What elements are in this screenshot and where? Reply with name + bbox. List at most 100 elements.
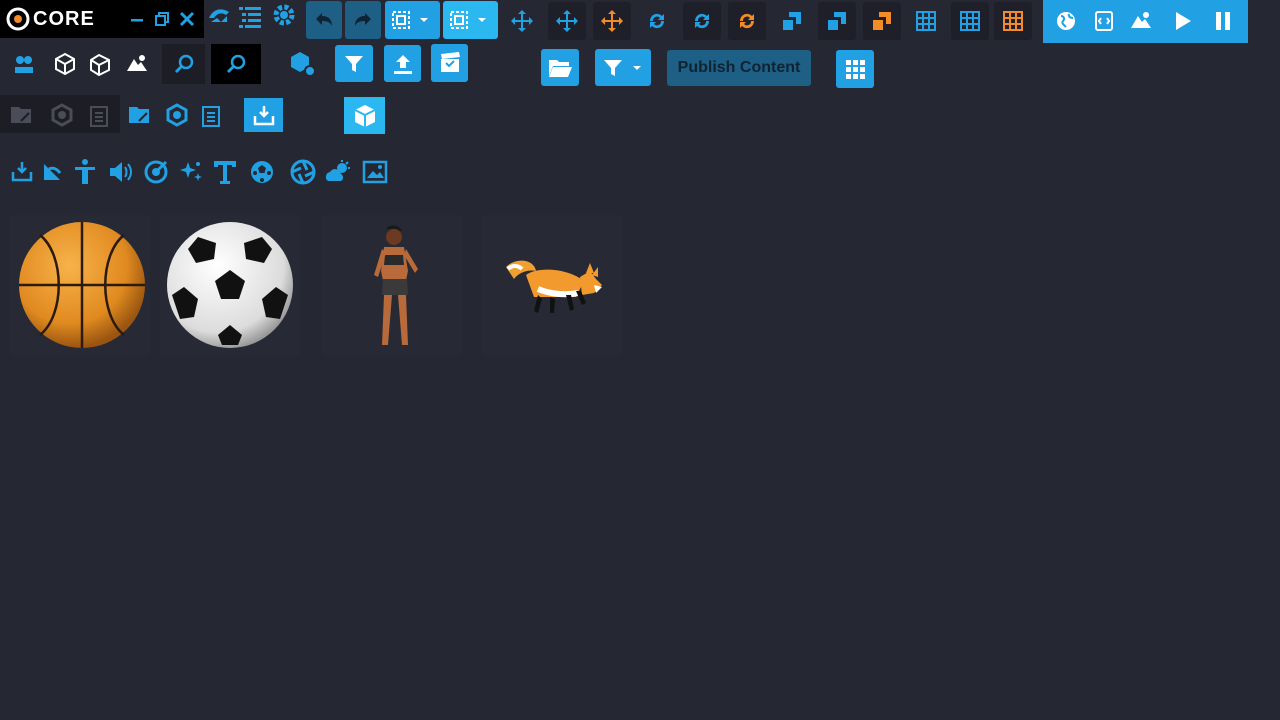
- upload-icon: [393, 54, 412, 74]
- import-icon[interactable]: [10, 160, 34, 184]
- rotate-active-button[interactable]: [728, 2, 766, 40]
- rotate-icon: [739, 13, 755, 29]
- filter-dropdown-button[interactable]: [595, 49, 651, 86]
- asset-thumbnail-basketball[interactable]: [10, 215, 150, 355]
- pause-icon: [1216, 12, 1230, 30]
- rotate-world-button[interactable]: [640, 4, 674, 38]
- import-button[interactable]: [244, 98, 283, 132]
- undo-icon: [316, 13, 332, 26]
- redo-button[interactable]: [345, 1, 381, 39]
- filter-icon: [345, 55, 363, 72]
- character-image: [374, 225, 418, 345]
- core-content-icon[interactable]: [53, 52, 77, 76]
- asset-thumbnail-soccer-ball[interactable]: [160, 215, 300, 355]
- image-icon[interactable]: [362, 159, 388, 185]
- grid-icon: [960, 11, 980, 31]
- weather-icon[interactable]: [324, 160, 352, 184]
- app-logo-text: CORE: [33, 8, 95, 30]
- asset-thumbnail-character[interactable]: [322, 215, 462, 355]
- minimize-icon[interactable]: [128, 10, 146, 28]
- cube-button[interactable]: [344, 97, 385, 134]
- select-object-dropdown[interactable]: [443, 1, 498, 39]
- clapper-icon: [440, 52, 460, 72]
- folder-sync-icon[interactable]: [127, 103, 153, 127]
- search-button-inactive[interactable]: [162, 44, 205, 84]
- soccer-ball-image: [167, 222, 293, 348]
- hexagon-icon[interactable]: [165, 103, 189, 127]
- redo-icon: [355, 13, 371, 26]
- rotate-icon: [649, 13, 665, 29]
- move-world-button[interactable]: [505, 4, 539, 38]
- close-icon[interactable]: [178, 10, 196, 28]
- grid-icon: [1003, 11, 1023, 31]
- search-icon: [174, 54, 193, 74]
- grid-world-button[interactable]: [909, 4, 943, 38]
- folder-open-button[interactable]: [541, 49, 579, 86]
- clapper-button[interactable]: [431, 44, 468, 82]
- community-icon[interactable]: [206, 4, 232, 30]
- effects-icon[interactable]: [143, 159, 169, 185]
- grid-apps-button[interactable]: [836, 50, 874, 88]
- templates-icon[interactable]: [125, 52, 149, 76]
- rotate-icon: [694, 13, 710, 29]
- globe-icon: [1057, 12, 1075, 30]
- folder-open-icon: [549, 59, 572, 77]
- select-group-dropdown[interactable]: [385, 1, 440, 39]
- move-active-button[interactable]: [593, 2, 631, 40]
- script-debug-button[interactable]: [1090, 6, 1118, 36]
- grid-active-button[interactable]: [994, 2, 1032, 40]
- grid-apps-icon: [846, 60, 865, 79]
- audio-icon[interactable]: [108, 159, 134, 185]
- ball-icon[interactable]: [249, 159, 275, 185]
- clipboard-icon[interactable]: [200, 104, 222, 128]
- search-icon: [226, 54, 246, 74]
- sparkle-icon[interactable]: [178, 159, 204, 185]
- multiplayer-preview-button[interactable]: [1052, 6, 1080, 36]
- move-icon: [601, 10, 623, 32]
- folder-sync-icon: [11, 107, 31, 123]
- move-icon: [511, 10, 533, 32]
- move-icon: [556, 10, 578, 32]
- cube-icon: [354, 104, 375, 127]
- play-icon: [1176, 12, 1191, 30]
- scale-local-button[interactable]: [818, 2, 856, 40]
- undo-button[interactable]: [306, 1, 342, 39]
- grid-icon: [916, 11, 936, 31]
- scale-active-button[interactable]: [863, 2, 901, 40]
- pause-button[interactable]: [1209, 6, 1237, 36]
- clipboard-icon: [90, 106, 108, 127]
- script-icon: [1095, 11, 1113, 31]
- scale-world-button[interactable]: [775, 4, 809, 38]
- scale-icon: [873, 12, 891, 30]
- kits-icon[interactable]: [88, 52, 112, 76]
- hexagon-icon: [51, 103, 73, 127]
- select-group-icon: [391, 11, 428, 29]
- upload-button[interactable]: [384, 45, 421, 82]
- import-icon: [253, 106, 274, 126]
- filter-button[interactable]: [335, 45, 373, 82]
- community-content-icon[interactable]: [12, 52, 36, 76]
- animation-icon[interactable]: [40, 160, 64, 184]
- scale-icon: [828, 12, 846, 30]
- move-local-button[interactable]: [548, 2, 586, 40]
- publish-content-button[interactable]: Publish Content: [667, 50, 811, 86]
- asset-thumbnail-fox[interactable]: [482, 215, 622, 355]
- fox-image: [506, 260, 602, 313]
- restore-icon[interactable]: [153, 10, 171, 28]
- text-icon[interactable]: [212, 159, 238, 185]
- scale-icon: [783, 12, 801, 30]
- terrain-button[interactable]: [1127, 6, 1155, 36]
- settings-gear-icon[interactable]: [271, 2, 297, 28]
- core-logo-icon: [6, 7, 30, 31]
- select-object-icon: [449, 11, 486, 29]
- humanoid-icon[interactable]: [73, 158, 97, 186]
- play-button[interactable]: [1169, 6, 1197, 36]
- create-object-icon[interactable]: [288, 50, 316, 78]
- grid-local-button[interactable]: [951, 2, 989, 40]
- search-button-active[interactable]: [211, 44, 261, 84]
- aperture-icon[interactable]: [290, 159, 316, 185]
- terrain-icon: [1131, 12, 1151, 28]
- filter-dropdown-icon: [604, 59, 641, 76]
- rotate-local-button[interactable]: [683, 2, 721, 40]
- outline-list-icon[interactable]: [237, 4, 263, 30]
